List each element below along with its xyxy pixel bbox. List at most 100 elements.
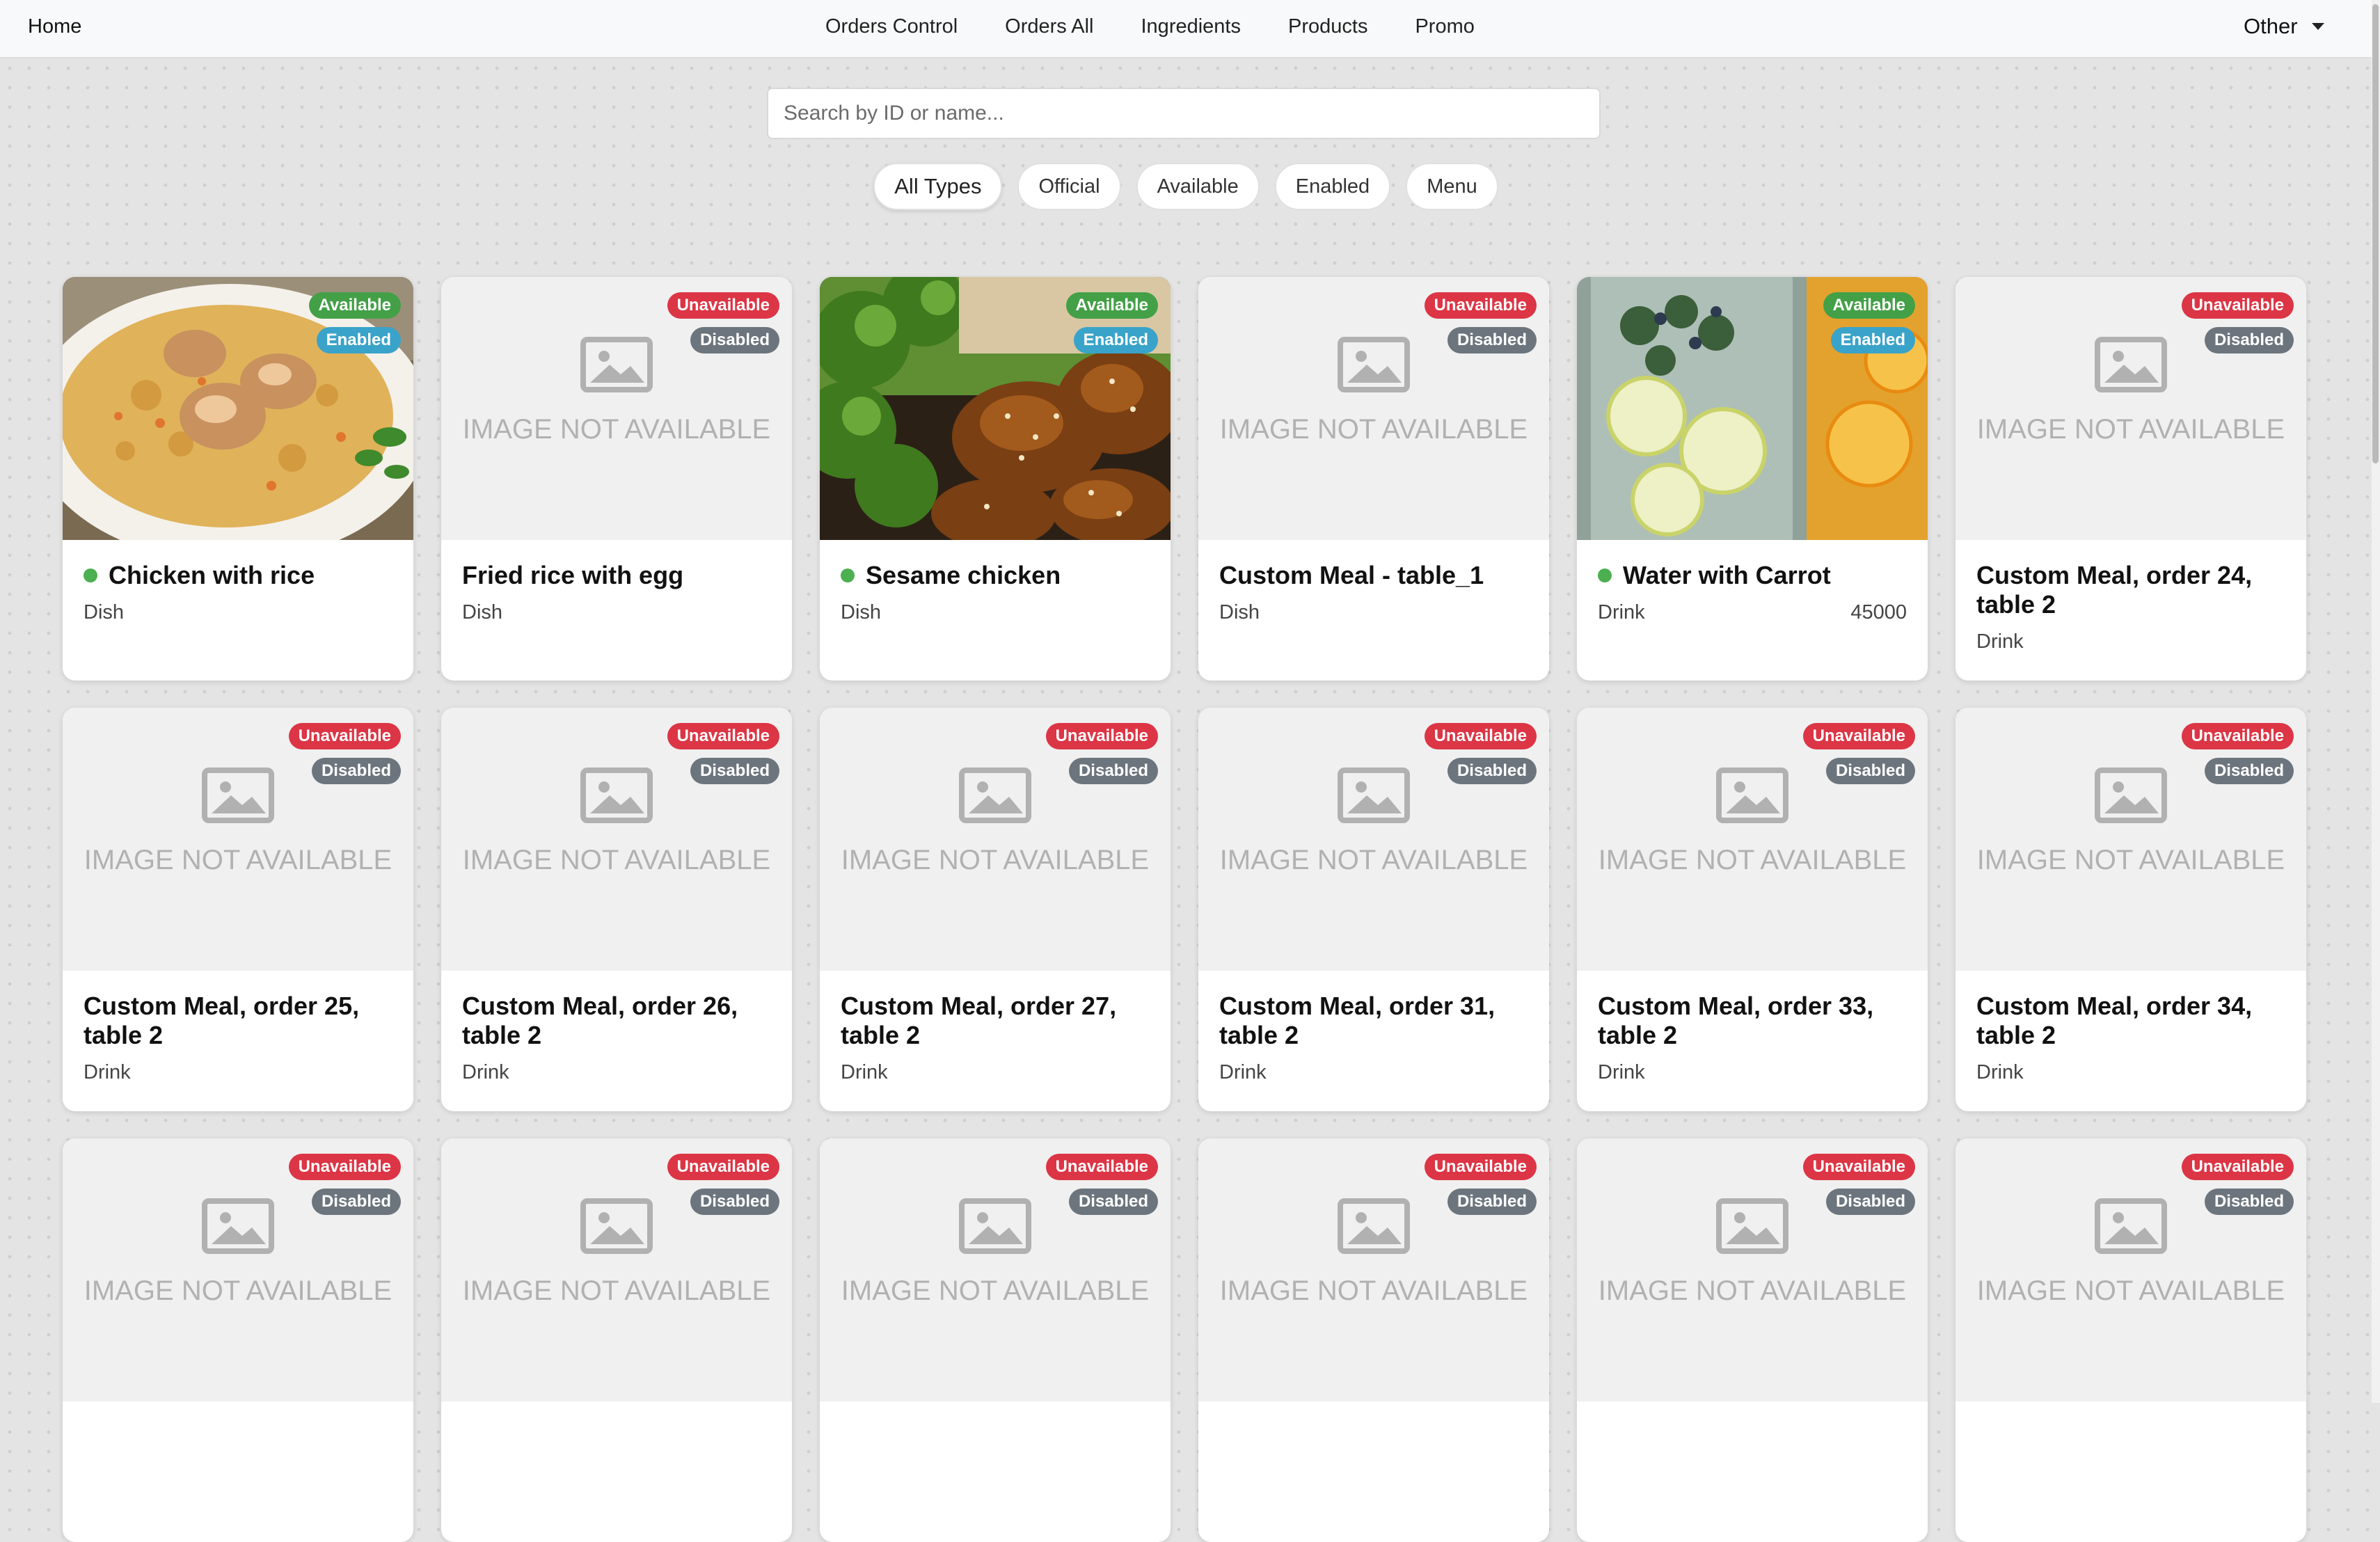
image-placeholder-text: IMAGE NOT AVAILABLE	[84, 1275, 392, 1306]
enabled-badge: Disabled	[2204, 327, 2294, 353]
product-meta: Drink	[1976, 1061, 2285, 1084]
image-placeholder-icon	[202, 1198, 274, 1254]
enabled-badge: Disabled	[1447, 1189, 1537, 1215]
availability-badge: Unavailable	[667, 292, 779, 319]
product-meta: Drink	[1976, 630, 2285, 653]
other-dropdown-label: Other	[2244, 14, 2298, 38]
product-card[interactable]: IMAGE NOT AVAILABLE Unavailable Disabled	[63, 1138, 413, 1542]
image-placeholder-icon	[1338, 768, 1410, 823]
product-card[interactable]: IMAGE NOT AVAILABLE Unavailable Disabled Cu…	[441, 708, 792, 1111]
product-card[interactable]: IMAGE NOT AVAILABLE Unavailable Disabled Cu…	[1955, 708, 2306, 1111]
availability-badge: Unavailable	[288, 723, 401, 749]
product-card[interactable]: IMAGE NOT AVAILABLE Unavailable Disabled Cu…	[63, 708, 413, 1111]
status-badges: Unavailable Disabled	[2181, 292, 2294, 353]
product-name: Fried rice with egg	[462, 561, 684, 589]
image-placeholder-text: IMAGE NOT AVAILABLE	[1598, 845, 1907, 875]
product-image: IMAGE NOT AVAILABLE Unavailable Disabled	[1955, 708, 2306, 971]
product-title: Custom Meal, order 33, table 2	[1598, 992, 1907, 1050]
filter-available[interactable]: Available	[1136, 163, 1260, 210]
availability-badge: Unavailable	[2181, 292, 2294, 319]
product-name: Custom Meal, order 24, table 2	[1976, 561, 2253, 619]
product-card[interactable]: IMAGE NOT AVAILABLE Unavailable Disabled Cu…	[820, 708, 1171, 1111]
product-info	[820, 1422, 1171, 1433]
product-card[interactable]: IMAGE NOT AVAILABLE Unavailable Disabled	[441, 1138, 792, 1542]
image-placeholder-icon	[1716, 1198, 1788, 1254]
product-name: Custom Meal, order 25, table 2	[84, 992, 360, 1049]
product-type: Drink	[1598, 601, 1645, 623]
product-image: IMAGE NOT AVAILABLE Unavailable Disabled	[63, 1138, 413, 1401]
product-card[interactable]: IMAGE NOT AVAILABLE Unavailable Disabled Cu…	[1577, 708, 1928, 1111]
product-price: 45000	[1850, 601, 1907, 623]
active-dot-icon	[1598, 569, 1612, 582]
product-card[interactable]: IMAGE NOT AVAILABLE Unavailable Disabled Cu…	[1955, 277, 2306, 681]
product-meta: Dish	[84, 601, 392, 624]
product-card[interactable]: IMAGE NOT AVAILABLE Unavailable Disabled	[1955, 1138, 2306, 1542]
product-name: Sesame chicken	[866, 561, 1061, 589]
status-badges: Unavailable Disabled	[1045, 723, 1158, 784]
product-image: IMAGE NOT AVAILABLE Unavailable Disabled	[441, 1138, 792, 1401]
product-card[interactable]: IMAGE NOT AVAILABLE Unavailable Disabled	[1198, 1138, 1549, 1542]
product-card[interactable]: IMAGE NOT AVAILABLE Unavailable Disabled Fr…	[441, 277, 792, 681]
image-placeholder-text: IMAGE NOT AVAILABLE	[462, 414, 771, 445]
nav-link-ingredients[interactable]: Ingredients	[1141, 15, 1241, 38]
product-meta: Drink	[1219, 1061, 1528, 1084]
enabled-badge: Disabled	[690, 758, 779, 784]
product-card[interactable]: Available Enabled Water with Carrot Drink 45…	[1577, 277, 1928, 681]
product-card[interactable]: IMAGE NOT AVAILABLE Unavailable Disabled	[1577, 1138, 1928, 1542]
scrollbar-thumb[interactable]	[2372, 4, 2379, 463]
product-image: IMAGE NOT AVAILABLE Unavailable Disabled	[441, 277, 792, 540]
product-type: Drink	[841, 1061, 888, 1083]
product-name: Custom Meal, order 26, table 2	[462, 992, 738, 1049]
scrollbar[interactable]	[2372, 0, 2380, 1403]
product-image: IMAGE NOT AVAILABLE Unavailable Disabled	[1955, 1138, 2306, 1401]
image-placeholder-icon	[1338, 337, 1410, 392]
product-type: Dish	[462, 601, 503, 623]
product-image: IMAGE NOT AVAILABLE Unavailable Disabled	[1577, 1138, 1928, 1401]
status-badges: Unavailable Disabled	[1802, 1154, 1915, 1215]
product-type: Dish	[84, 601, 125, 623]
product-card[interactable]: Available Enabled Sesame chicken Dish	[820, 277, 1171, 681]
other-dropdown[interactable]: Other	[2244, 14, 2324, 39]
product-meta: Dish	[462, 601, 771, 624]
filter-enabled[interactable]: Enabled	[1274, 163, 1391, 210]
product-title: Sesame chicken	[841, 561, 1150, 590]
product-meta: Drink	[84, 1061, 392, 1084]
nav-home-link[interactable]: Home	[28, 15, 81, 38]
status-badges: Available Enabled	[1065, 292, 1158, 353]
product-title: Custom Meal, order 25, table 2	[84, 992, 392, 1050]
image-placeholder-text: IMAGE NOT AVAILABLE	[1219, 845, 1528, 875]
product-title: Fried rice with egg	[462, 561, 771, 590]
product-info	[1955, 1422, 2306, 1433]
filter-menu[interactable]: Menu	[1406, 163, 1498, 210]
availability-badge: Unavailable	[1424, 1154, 1537, 1180]
nav-link-orders-all[interactable]: Orders All	[1005, 15, 1093, 38]
product-type: Drink	[462, 1061, 509, 1083]
enabled-badge: Disabled	[1825, 1189, 1915, 1215]
product-name: Custom Meal, order 31, table 2	[1219, 992, 1496, 1049]
status-badges: Available Enabled	[308, 292, 401, 353]
nav-link-orders-control[interactable]: Orders Control	[825, 15, 958, 38]
product-title: Custom Meal, order 34, table 2	[1976, 992, 2285, 1050]
product-card[interactable]: Available Enabled Chicken with rice Dish	[63, 277, 413, 681]
product-type: Drink	[1976, 630, 2024, 653]
product-meta: Dish	[841, 601, 1150, 624]
filter-all-types[interactable]: All Types	[873, 163, 1003, 210]
product-info: Custom Meal, order 27, table 2 Drink	[820, 992, 1171, 1084]
nav-link-products[interactable]: Products	[1288, 15, 1367, 38]
search-input[interactable]	[767, 88, 1601, 139]
image-placeholder-text: IMAGE NOT AVAILABLE	[1219, 1275, 1528, 1306]
filter-official[interactable]: Official	[1017, 163, 1121, 210]
product-type: Drink	[1598, 1061, 1645, 1083]
image-placeholder-text: IMAGE NOT AVAILABLE	[84, 845, 392, 875]
availability-badge: Unavailable	[1424, 292, 1537, 319]
product-image: IMAGE NOT AVAILABLE Unavailable Disabled	[441, 708, 792, 971]
product-title: Custom Meal - table_1	[1219, 561, 1528, 590]
product-card[interactable]: IMAGE NOT AVAILABLE Unavailable Disabled Cu…	[1198, 277, 1549, 681]
status-badges: Unavailable Disabled	[2181, 1154, 2294, 1215]
product-info: Chicken with rice Dish	[63, 561, 413, 624]
product-image: IMAGE NOT AVAILABLE Unavailable Disabled	[63, 708, 413, 971]
product-card[interactable]: IMAGE NOT AVAILABLE Unavailable Disabled	[820, 1138, 1171, 1542]
enabled-badge: Disabled	[2204, 1189, 2294, 1215]
product-card[interactable]: IMAGE NOT AVAILABLE Unavailable Disabled Cu…	[1198, 708, 1549, 1111]
nav-link-promo[interactable]: Promo	[1415, 15, 1474, 38]
